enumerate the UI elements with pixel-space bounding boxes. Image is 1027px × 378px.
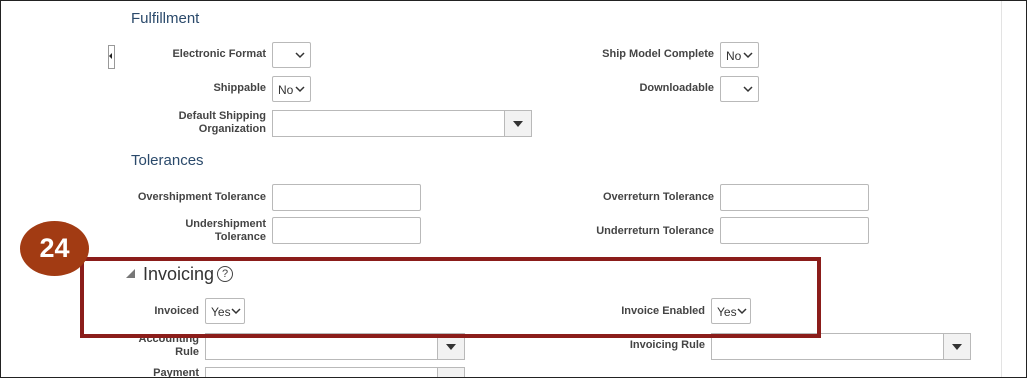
accounting-rule-label-line2: Rule [175,346,199,358]
dropdown-triangle-icon [952,344,962,350]
default-shipping-org-label-line2: Organization [198,123,266,135]
tolerances-title: Tolerances [131,152,204,169]
payment-label: Payment [153,367,199,378]
ship-model-complete-value: No [726,49,742,63]
fulfillment-title: Fulfillment [131,10,200,27]
undershipment-tolerance-input[interactable] [272,217,421,244]
overshipment-tolerance-input[interactable] [272,184,421,211]
shippable-select[interactable]: No [272,76,311,102]
invoicing-rule-dropdown-button[interactable] [943,334,970,359]
electronic-format-label: Electronic Format [172,48,266,60]
default-shipping-org-label: Default Shipping Organization [121,110,266,136]
default-shipping-org-dropdown-button[interactable] [504,111,531,136]
invoicing-rule-label: Invoicing Rule [629,339,705,351]
underreturn-tolerance-input[interactable] [720,217,869,244]
chevron-down-icon [295,52,305,59]
default-shipping-org-combo[interactable] [272,110,532,137]
shippable-value: No [278,83,294,97]
step-highlight-box [80,257,821,338]
app-frame: Fulfillment Electronic Format Ship Model… [0,0,1027,378]
downloadable-label: Downloadable [639,82,714,94]
overshipment-tolerance-label: Overshipment Tolerance [137,191,266,203]
chevron-down-icon [743,52,753,59]
ship-model-complete-select[interactable]: No [720,42,759,68]
step-badge: 24 [20,221,89,276]
undershipment-label-line1: Undershipment [185,218,266,230]
undershipment-tolerance-label: Undershipment Tolerance [101,218,266,244]
downloadable-select[interactable] [720,76,759,102]
underreturn-tolerance-label: Underreturn Tolerance [596,225,714,237]
right-divider [1001,1,1002,377]
collapse-handle-icon [109,53,112,59]
overreturn-tolerance-label: Overreturn Tolerance [602,191,714,203]
overreturn-tolerance-input[interactable] [720,184,869,211]
dropdown-triangle-icon [446,344,456,350]
payment-dropdown-button[interactable] [437,368,464,377]
shippable-label: Shippable [213,82,266,94]
dropdown-triangle-icon [513,121,523,127]
electronic-format-select[interactable] [272,42,311,68]
chevron-down-icon [743,86,753,93]
undershipment-label-line2: Tolerance [214,231,266,243]
collapse-handle[interactable] [108,45,115,69]
payment-combo[interactable] [205,367,465,377]
chevron-down-icon [295,86,305,93]
ship-model-complete-label: Ship Model Complete [602,48,714,60]
default-shipping-org-label-line1: Default Shipping [178,110,266,122]
